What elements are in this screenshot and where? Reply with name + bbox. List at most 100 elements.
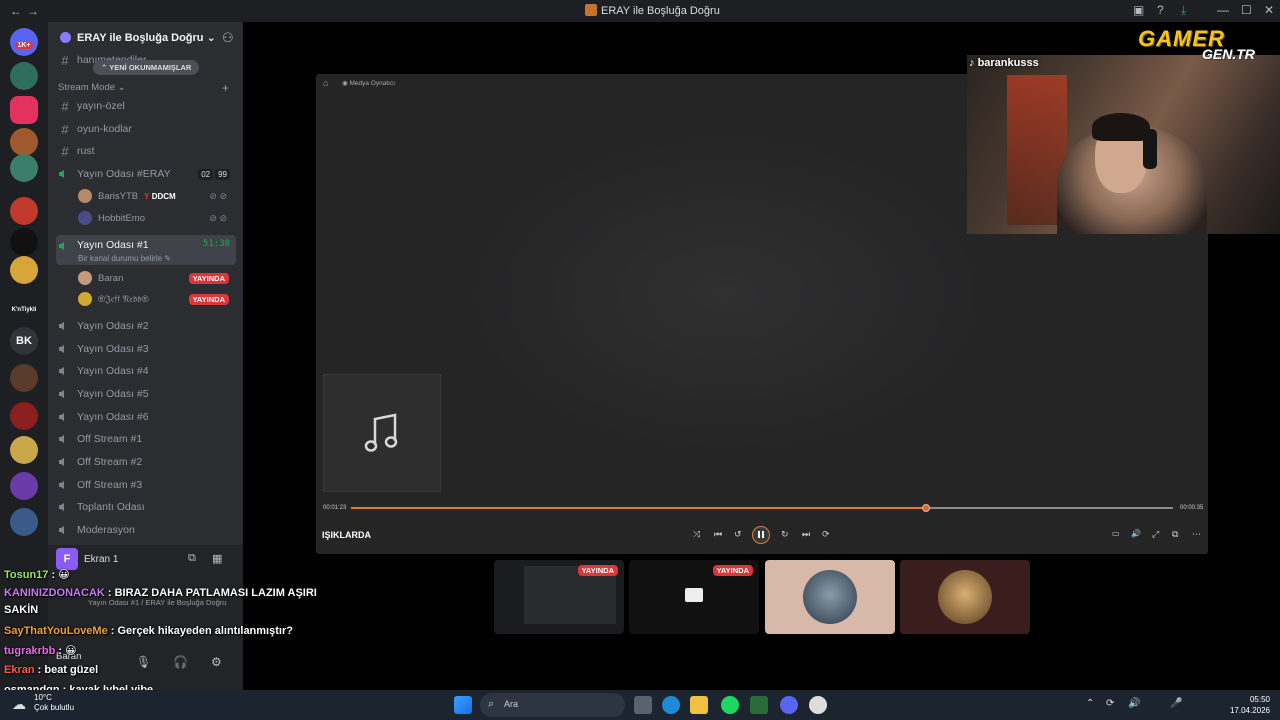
search-box[interactable]: ⌕ Ara xyxy=(480,693,625,717)
live-badge: YAYINDA xyxy=(577,565,618,576)
server-icon[interactable] xyxy=(10,128,38,156)
avatar xyxy=(78,211,92,225)
call-timer: 51:38 xyxy=(202,239,230,249)
channel-oyun-kodlar[interactable]: # oyun-kodlar xyxy=(56,119,236,139)
more-icon[interactable]: ⋯ xyxy=(1192,529,1201,540)
server-icon[interactable] xyxy=(10,197,38,225)
voice-channel[interactable]: Yayın Odası #5 xyxy=(56,384,236,404)
maximize-button[interactable]: ☐ xyxy=(1241,3,1252,17)
help-icon[interactable]: ? xyxy=(1157,3,1164,17)
sync-icon[interactable]: ⟳ xyxy=(1106,698,1114,709)
server-icon[interactable]: BK xyxy=(10,327,38,355)
file-explorer-icon[interactable] xyxy=(690,696,708,714)
pip-icon[interactable]: ⧉ xyxy=(1172,529,1178,540)
server-icon[interactable] xyxy=(10,508,38,536)
category-stream-mode[interactable]: Stream Mode ⌄ xyxy=(58,82,126,93)
guild-name: ERAY ile Boşluğa Doğru ⌄ xyxy=(77,32,216,44)
discord-icon[interactable] xyxy=(780,696,798,714)
close-button[interactable]: ✕ xyxy=(1264,3,1274,17)
speaker-icon xyxy=(56,432,74,446)
user-limit: 02 99 xyxy=(196,168,230,180)
seek-bar[interactable] xyxy=(351,504,1173,512)
voice-channel[interactable]: Off Stream #1 xyxy=(56,429,236,449)
server-icon[interactable] xyxy=(10,436,38,464)
tray-overflow-icon[interactable]: ⌃ xyxy=(1086,698,1094,709)
shuffle-icon[interactable]: ⤨ xyxy=(693,529,700,540)
add-user-icon[interactable]: ⚇ xyxy=(222,30,234,46)
voice-member[interactable]: ®𝔍𝔢𝔣𝔣 𝔑𝔢𝔡𝔡® YAYINDA xyxy=(78,290,233,308)
voice-channel[interactable]: Yayın Odası #4 xyxy=(56,361,236,381)
channel-yayin-ozel[interactable]: # yayın-özel xyxy=(56,96,236,116)
voice-channel[interactable]: Yayın Odası #3 xyxy=(56,339,236,359)
server-icon[interactable]: K'nTiykli xyxy=(10,296,38,324)
stream-tile[interactable]: YAYINDA xyxy=(494,560,624,634)
speaker-icon xyxy=(56,500,74,514)
server-icon[interactable] xyxy=(10,228,38,256)
home-button[interactable]: 1K+ xyxy=(10,28,38,56)
speaker-icon xyxy=(56,239,74,253)
pause-button[interactable] xyxy=(752,526,770,544)
voice-channel[interactable]: Moderasyon xyxy=(56,520,236,540)
stream-tile[interactable] xyxy=(765,560,895,634)
channel-status[interactable]: Bir kanal durumu belirle ✎ xyxy=(78,254,171,263)
back-arrow-icon[interactable]: ← xyxy=(10,4,22,18)
voice-channel-eray[interactable]: Yayın Odası #ERAY 02 99 xyxy=(56,164,236,184)
new-unread-badge[interactable]: ⌃ YENİ OKUNMAMIŞLAR xyxy=(93,60,200,75)
app-icon[interactable] xyxy=(750,696,768,714)
edge-icon[interactable] xyxy=(662,696,680,714)
avatar xyxy=(938,570,992,624)
voice-channel[interactable]: Off Stream #3 xyxy=(56,475,236,495)
voice-channel[interactable]: Yayın Odası #2 xyxy=(56,316,236,336)
speaker-icon xyxy=(56,342,74,356)
repeat-icon[interactable]: ⟳ xyxy=(822,529,830,540)
voice-channel[interactable]: Off Stream #2 xyxy=(56,452,236,472)
volume-icon[interactable]: 🔊 xyxy=(1131,529,1141,538)
speaker-icon xyxy=(56,523,74,537)
next-icon[interactable]: ⏭ xyxy=(802,529,810,540)
gamergen-logo: GAMER GEN.TR xyxy=(1138,26,1255,62)
forward-icon[interactable]: ↻ xyxy=(781,529,789,540)
rewind-icon[interactable]: ↺ xyxy=(734,529,742,540)
webcam-username: ♪ barankusss xyxy=(969,57,1039,69)
voice-channel[interactable]: Toplantı Odası xyxy=(56,497,236,517)
forward-arrow-icon[interactable]: → xyxy=(27,4,39,18)
add-channel-icon[interactable]: + xyxy=(222,81,229,95)
fullscreen-icon[interactable]: ⤢ xyxy=(1152,529,1159,540)
voice-member[interactable]: BarisYTB Y DDCM ⊘ ⊘ xyxy=(78,187,233,205)
weather-icon: ☁ xyxy=(12,696,26,712)
miniplayer-icon[interactable]: ▭ xyxy=(1112,529,1120,538)
member-tag: Y DDCM xyxy=(144,191,176,201)
volume-icon[interactable]: 🔊 xyxy=(1128,698,1140,709)
server-icon-active[interactable] xyxy=(10,96,38,124)
microphone-icon[interactable]: 🎤 xyxy=(1170,698,1182,709)
download-icon[interactable]: ⤓ xyxy=(1181,3,1186,18)
server-icon[interactable] xyxy=(10,402,38,430)
chevron-down-icon: ⌄ xyxy=(206,32,216,44)
previous-icon[interactable]: ⏮ xyxy=(714,529,722,540)
home-icon[interactable]: ⌂ xyxy=(323,78,328,88)
server-icon-staff[interactable] xyxy=(10,62,38,90)
total-time: 00:00:35 xyxy=(1180,505,1204,511)
channel-rust[interactable]: # rust xyxy=(56,141,236,161)
clock[interactable]: 05:50 17.04.2026 xyxy=(1226,694,1270,716)
spotify-icon[interactable] xyxy=(721,696,739,714)
server-icon[interactable] xyxy=(10,472,38,500)
avatar xyxy=(78,292,92,306)
voice-member[interactable]: Baran YAYINDA xyxy=(78,269,233,287)
window-title: ERAY ile Boşluğa Doğru xyxy=(585,4,720,17)
voice-channel[interactable]: Yayın Odası #6 xyxy=(56,407,236,427)
weather-widget[interactable]: 10°C Çok bulutlu xyxy=(34,693,74,713)
server-icon[interactable] xyxy=(10,256,38,284)
seek-handle[interactable] xyxy=(922,504,931,512)
start-button[interactable] xyxy=(454,696,472,714)
stream-tile[interactable] xyxy=(900,560,1030,634)
music-note-icon xyxy=(364,413,398,452)
server-icon[interactable] xyxy=(10,364,38,392)
minimize-button[interactable]: — xyxy=(1217,3,1229,17)
screen-share-icon[interactable]: ▣ xyxy=(1133,3,1144,17)
voice-member[interactable]: HobbitEmo ⊘ ⊘ xyxy=(78,209,233,227)
stream-tile[interactable]: YAYINDA xyxy=(629,560,759,634)
chrome-icon[interactable] xyxy=(809,696,827,714)
task-view-icon[interactable] xyxy=(634,696,652,714)
server-icon[interactable] xyxy=(10,154,38,182)
